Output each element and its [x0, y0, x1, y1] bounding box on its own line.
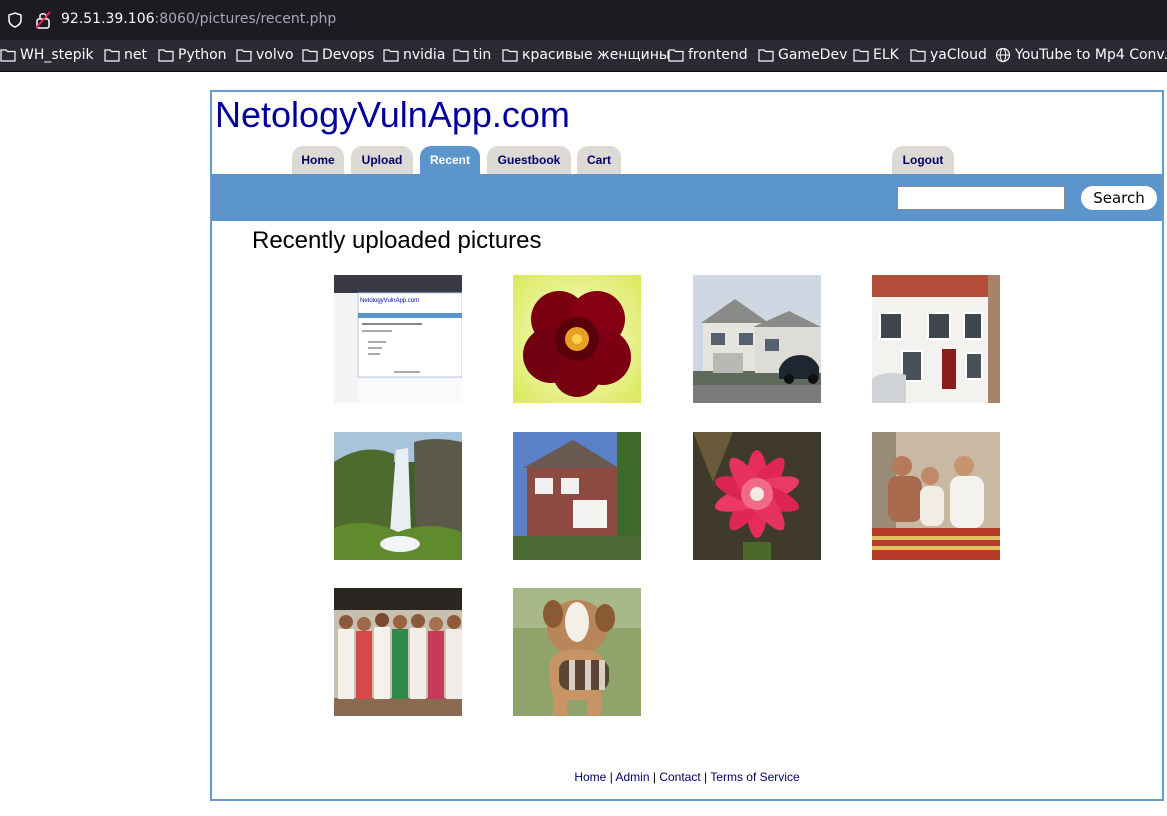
- footer-link-home[interactable]: Home: [574, 770, 606, 784]
- bookmark-item[interactable]: yaCloud: [910, 47, 987, 63]
- footer-link-contact[interactable]: Contact: [659, 770, 700, 784]
- browser-url-bar[interactable]: 92.51.39.106:8060/pictures/recent.php: [0, 0, 1167, 40]
- folder-icon: [758, 49, 774, 62]
- picture-thumbnail-waterfall[interactable]: [334, 432, 462, 560]
- pink-cactus-flower-image: [693, 432, 821, 560]
- svg-text:NetologyVulnApp.com: NetologyVulnApp.com: [360, 298, 419, 304]
- picture-thumbnail-dog-with-barrel[interactable]: [513, 588, 641, 716]
- bookmark-label: frontend: [688, 47, 748, 63]
- tab-recent[interactable]: Recent: [420, 146, 480, 174]
- folder-icon: [910, 49, 926, 62]
- folder-icon: [453, 49, 469, 62]
- picture-thumbnail-red-flower[interactable]: [513, 275, 641, 403]
- bookmark-label: GameDev: [778, 47, 848, 63]
- tab-upload[interactable]: Upload: [351, 146, 413, 174]
- waterfall-image: [334, 432, 462, 560]
- folder-icon: [158, 49, 174, 62]
- bookmark-label: yaCloud: [930, 47, 987, 63]
- group-on-bed-image: [872, 432, 1000, 560]
- insecure-lock-icon[interactable]: [35, 11, 51, 29]
- bookmark-item[interactable]: frontend: [668, 47, 748, 63]
- picture-thumbnail-brick-house[interactable]: [513, 432, 641, 560]
- picture-thumbnail-group-of-women[interactable]: [334, 588, 462, 716]
- logout-tab[interactable]: Logout: [892, 146, 954, 174]
- dog-with-barrel-image: [513, 588, 641, 716]
- folder-icon: [668, 49, 684, 62]
- search-button[interactable]: Search: [1081, 186, 1157, 210]
- picture-thumbnail-group-on-bed[interactable]: [872, 432, 1000, 560]
- search-input[interactable]: [897, 186, 1065, 210]
- footer-separator: |: [652, 770, 656, 784]
- footer-links: Home | Admin | Contact | Terms of Servic…: [212, 770, 1162, 784]
- search-bar: Search: [212, 174, 1162, 221]
- bookmark-item[interactable]: ELK: [853, 47, 899, 63]
- house-with-car-image: [693, 275, 821, 403]
- bookmark-label: volvo: [256, 47, 294, 63]
- bookmark-label: Python: [178, 47, 227, 63]
- bookmark-item[interactable]: YouTube to Mp4 Conv...: [995, 47, 1167, 63]
- folder-icon: [104, 49, 120, 62]
- site-container: NetologyVulnApp.com Home Upload Recent G…: [210, 90, 1164, 801]
- bookmark-label: net: [124, 47, 147, 63]
- picture-thumbnail-website-screenshot[interactable]: NetologyVulnApp.com: [334, 275, 462, 403]
- bookmark-label: Devops: [322, 47, 375, 63]
- bookmark-label: красивые женщины: [522, 47, 670, 63]
- red-flower-image: [513, 275, 641, 403]
- folder-icon: [302, 49, 318, 62]
- shield-icon[interactable]: [8, 12, 22, 28]
- picture-thumbnail-white-terraced-house[interactable]: [872, 275, 1000, 403]
- folder-icon: [236, 49, 252, 62]
- url-text[interactable]: 92.51.39.106:8060/pictures/recent.php: [61, 11, 336, 27]
- bookmark-item[interactable]: nvidia: [383, 47, 445, 63]
- folder-icon: [0, 49, 16, 62]
- site-logo[interactable]: NetologyVulnApp.com: [215, 94, 570, 136]
- bookmark-label: nvidia: [403, 47, 446, 63]
- bookmark-item[interactable]: GameDev: [758, 47, 847, 63]
- bookmark-label: tin: [473, 47, 492, 63]
- footer-separator: |: [609, 770, 613, 784]
- folder-icon: [502, 49, 518, 62]
- bookmark-item[interactable]: Python: [158, 47, 227, 63]
- picture-thumbnail-house-with-car[interactable]: [693, 275, 821, 403]
- picture-thumbnail-pink-cactus-flower[interactable]: [693, 432, 821, 560]
- page-title: Recently uploaded pictures: [252, 227, 542, 254]
- tab-cart[interactable]: Cart: [577, 146, 621, 174]
- globe-icon: [995, 47, 1011, 63]
- footer-separator: |: [704, 770, 708, 784]
- white-terraced-house-image: [872, 275, 1000, 403]
- tab-guestbook[interactable]: Guestbook: [487, 146, 571, 174]
- tab-home[interactable]: Home: [292, 146, 344, 174]
- page-content: NetologyVulnApp.com Home Upload Recent G…: [0, 72, 1167, 816]
- bookmark-item[interactable]: tin: [453, 47, 491, 63]
- bookmark-label: WH_stepik: [20, 47, 94, 63]
- bookmark-item[interactable]: volvo: [236, 47, 294, 63]
- website-screenshot-image: NetologyVulnApp.com: [334, 275, 462, 403]
- brick-house-image: [513, 432, 641, 560]
- group-of-women-image: [334, 588, 462, 716]
- bookmark-label: ELK: [873, 47, 899, 63]
- bookmark-item[interactable]: WH_stepik: [0, 47, 94, 63]
- folder-icon: [383, 49, 399, 62]
- url-host: 92.51.39.106: [61, 11, 155, 27]
- bookmark-item[interactable]: Devops: [302, 47, 374, 63]
- folder-icon: [853, 49, 869, 62]
- bookmarks-toolbar: WH_stepik net Python volvo Devops nvidia…: [0, 40, 1167, 72]
- bookmark-label: YouTube to Mp4 Conv...: [1015, 47, 1167, 63]
- url-path: :8060/pictures/recent.php: [154, 11, 337, 27]
- footer-link-admin[interactable]: Admin: [616, 770, 650, 784]
- bookmark-item[interactable]: net: [104, 47, 147, 63]
- bookmark-item[interactable]: красивые женщины: [502, 47, 670, 63]
- footer-link-terms[interactable]: Terms of Service: [710, 770, 799, 784]
